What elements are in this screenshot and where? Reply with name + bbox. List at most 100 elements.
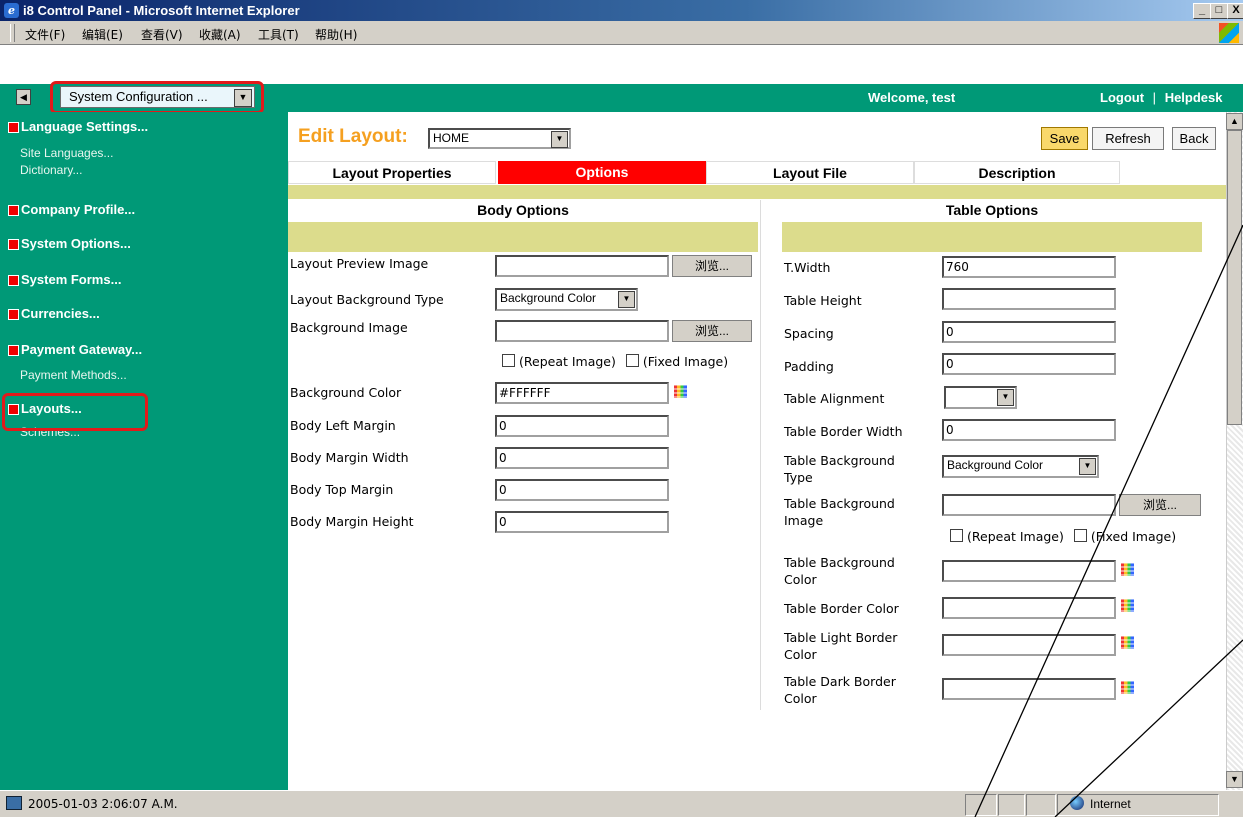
- table-background-type-select[interactable]: Background Color ▼: [942, 455, 1099, 478]
- padding-input[interactable]: 0: [942, 353, 1116, 375]
- layout-preview-image-input[interactable]: [495, 255, 669, 277]
- table-fixed-image-checkbox[interactable]: [1073, 529, 1087, 542]
- fixed-image-label: (Fixed Image): [1090, 529, 1177, 544]
- edit-layout-label: Edit Layout:: [298, 126, 408, 147]
- table-background-color-label: Table Background Color: [784, 555, 895, 587]
- tab-layout-file[interactable]: Layout File: [706, 161, 914, 184]
- status-pane: [998, 794, 1025, 816]
- padding-label: Padding: [784, 359, 834, 374]
- bullet-icon: [8, 345, 19, 357]
- chevron-down-icon: ▼: [551, 131, 568, 148]
- table-repeat-image-checkbox[interactable]: [950, 529, 963, 542]
- menu-tools[interactable]: 工具(T): [258, 26, 299, 43]
- table-dark-border-color-label: Table Dark Border Color: [784, 674, 896, 706]
- menu-edit[interactable]: 编辑(E): [82, 26, 123, 43]
- menu-help[interactable]: 帮助(H): [315, 26, 357, 43]
- save-button[interactable]: Save: [1041, 127, 1088, 150]
- tab-description[interactable]: Description: [914, 161, 1120, 184]
- color-palette-icon[interactable]: [674, 385, 687, 398]
- menu-file[interactable]: 文件(F): [25, 26, 65, 43]
- table-background-image-label: Table Background Image: [784, 496, 895, 528]
- body-options-strip: [288, 222, 758, 252]
- layout-background-type-label: Layout Background Type: [290, 292, 444, 307]
- annotation-highlight-layouts: [2, 393, 148, 431]
- sidebar-item-language-settings[interactable]: Language Settings...: [8, 119, 148, 134]
- body-margin-width-label: Body Margin Width: [290, 450, 409, 465]
- sidebar-item-company-profile[interactable]: Company Profile...: [8, 202, 135, 217]
- layout-background-type-select[interactable]: Background Color ▼: [495, 288, 638, 311]
- table-border-width-label: Table Border Width: [784, 424, 903, 439]
- column-divider: [760, 200, 761, 710]
- sidebar-subitem-payment-methods[interactable]: Payment Methods...: [20, 368, 127, 382]
- sidebar-subitem-dictionary[interactable]: Dictionary...: [20, 163, 82, 177]
- color-palette-icon[interactable]: [1121, 563, 1134, 576]
- body-left-margin-input[interactable]: 0: [495, 415, 669, 437]
- table-background-image-input[interactable]: [942, 494, 1116, 516]
- sidebar-item-system-forms[interactable]: System Forms...: [8, 272, 121, 287]
- table-background-color-input[interactable]: [942, 560, 1116, 582]
- body-margin-height-label: Body Margin Height: [290, 514, 414, 529]
- welcome-text: Welcome, test: [868, 90, 956, 105]
- menu-favorites[interactable]: 收藏(A): [199, 26, 241, 43]
- back-button[interactable]: Back: [1172, 127, 1216, 150]
- table-dark-border-color-input[interactable]: [942, 678, 1116, 700]
- status-pane: [965, 794, 997, 816]
- sidebar-item-currencies[interactable]: Currencies...: [8, 306, 100, 321]
- select-value: Background Color: [947, 458, 1044, 472]
- table-height-input[interactable]: [942, 288, 1116, 310]
- bullet-icon: [8, 309, 19, 321]
- table-light-border-color-input[interactable]: [942, 634, 1116, 656]
- scroll-down-icon[interactable]: ▼: [1226, 771, 1243, 788]
- scrollbar-thumb[interactable]: [1227, 130, 1242, 425]
- color-palette-icon[interactable]: [1121, 636, 1134, 649]
- browse-button[interactable]: 浏览...: [672, 320, 752, 342]
- body-top-margin-input[interactable]: 0: [495, 479, 669, 501]
- refresh-button[interactable]: Refresh: [1092, 127, 1164, 150]
- menu-view[interactable]: 查看(V): [141, 26, 183, 43]
- color-palette-icon[interactable]: [1121, 599, 1134, 612]
- table-border-width-input[interactable]: 0: [942, 419, 1116, 441]
- body-margin-height-input[interactable]: 0: [495, 511, 669, 533]
- body-margin-width-input[interactable]: 0: [495, 447, 669, 469]
- layout-preview-image-label: Layout Preview Image: [290, 256, 429, 271]
- tab-options[interactable]: Options: [498, 161, 706, 184]
- bullet-icon: [8, 205, 19, 217]
- fixed-image-checkbox[interactable]: [625, 354, 639, 367]
- browse-button[interactable]: 浏览...: [672, 255, 752, 277]
- table-border-color-label: Table Border Color: [784, 601, 899, 616]
- minimize-button[interactable]: _: [1193, 3, 1211, 19]
- helpdesk-link[interactable]: Helpdesk: [1165, 90, 1223, 105]
- body-left-margin-label: Body Left Margin: [290, 418, 396, 433]
- sidebar-subitem-site-languages[interactable]: Site Languages...: [20, 146, 113, 160]
- sidebar-item-payment-gateway[interactable]: Payment Gateway...: [8, 342, 142, 357]
- scroll-up-icon[interactable]: ▲: [1226, 113, 1243, 130]
- body-options-title: Body Options: [477, 202, 569, 218]
- tab-layout-properties[interactable]: Layout Properties: [288, 161, 496, 184]
- toolbar-grip: [10, 24, 15, 42]
- spacing-input[interactable]: 0: [942, 321, 1116, 343]
- annotation-highlight-section: [50, 81, 264, 114]
- background-color-input[interactable]: #FFFFFF: [495, 382, 669, 404]
- fixed-image-label: (Fixed Image): [642, 354, 729, 369]
- table-options-title: Table Options: [945, 202, 1039, 218]
- layout-select-value: HOME: [433, 131, 469, 145]
- close-button[interactable]: X: [1227, 3, 1243, 19]
- table-height-label: Table Height: [784, 293, 862, 308]
- layout-select[interactable]: HOME ▼: [428, 128, 571, 149]
- t-width-input[interactable]: 760: [942, 256, 1116, 278]
- background-color-label: Background Color: [290, 385, 402, 400]
- zone-text: Internet: [1090, 797, 1131, 811]
- window-title-bar: e i8 Control Panel - Microsoft Internet …: [0, 0, 1243, 21]
- table-alignment-select[interactable]: ▼: [944, 386, 1017, 409]
- logout-link[interactable]: Logout: [1100, 90, 1144, 105]
- browse-button[interactable]: 浏览...: [1119, 494, 1201, 516]
- maximize-button[interactable]: □: [1210, 3, 1228, 19]
- repeat-image-checkbox[interactable]: [502, 354, 515, 367]
- background-image-input[interactable]: [495, 320, 669, 342]
- windows-logo-icon: [1219, 23, 1239, 43]
- collapse-arrow-icon[interactable]: ◀: [16, 89, 31, 105]
- table-border-color-input[interactable]: [942, 597, 1116, 619]
- color-palette-icon[interactable]: [1121, 681, 1134, 694]
- sidebar-item-system-options[interactable]: System Options...: [8, 236, 131, 251]
- link-separator: |: [1152, 90, 1157, 105]
